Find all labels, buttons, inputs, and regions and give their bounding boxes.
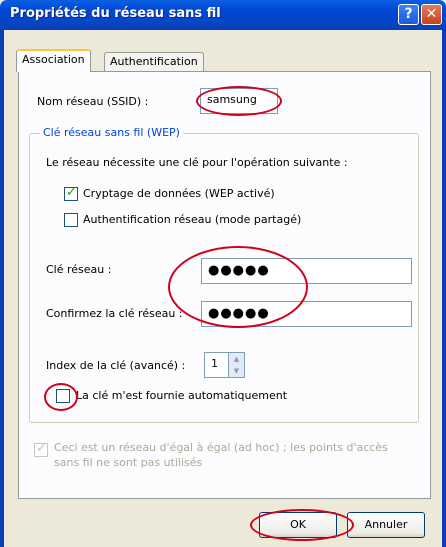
auto-key-checkbox[interactable] bbox=[56, 389, 70, 403]
window-title: Propriétés du réseau sans fil bbox=[10, 6, 221, 21]
adhoc-label-line2: sans fil ne sont pas utilisés bbox=[54, 456, 203, 469]
confirm-key-input[interactable]: ●●●●● bbox=[201, 301, 412, 327]
data-encryption-label: Cryptage de données (WEP activé) bbox=[83, 187, 275, 200]
network-key-input[interactable]: ●●●●● bbox=[201, 258, 412, 284]
network-auth-label: Authentification réseau (mode partagé) bbox=[83, 213, 302, 226]
help-icon[interactable]: ? bbox=[398, 4, 419, 25]
tab-association[interactable]: Association bbox=[16, 49, 91, 72]
wep-group-legend: Clé réseau sans fil (WEP) bbox=[40, 126, 183, 139]
adhoc-label-line1: Ceci est un réseau d'égal à égal (ad hoc… bbox=[54, 441, 388, 454]
key-index-input[interactable]: 1 bbox=[204, 352, 229, 378]
wireless-properties-dialog: Propriétés du réseau sans fil ? ✕ Associ… bbox=[0, 0, 446, 547]
auto-key-label: La clé m'est fournie automatiquement bbox=[76, 389, 288, 402]
data-encryption-checkbox[interactable] bbox=[64, 185, 78, 201]
spin-down-icon[interactable]: ▼ bbox=[229, 365, 244, 377]
close-icon[interactable]: ✕ bbox=[421, 4, 442, 25]
network-auth-checkbox[interactable] bbox=[64, 213, 78, 227]
ok-button[interactable]: OK bbox=[259, 512, 337, 538]
network-key-label: Clé réseau : bbox=[46, 263, 112, 276]
cancel-button[interactable]: Annuler bbox=[347, 512, 425, 538]
window-border-right bbox=[442, 30, 446, 547]
ssid-label: Nom réseau (SSID) : bbox=[37, 95, 149, 108]
tab-authentification[interactable]: Authentification bbox=[104, 52, 204, 72]
spin-up-icon[interactable]: ▲ bbox=[229, 353, 244, 365]
key-index-label: Index de la clé (avancé) : bbox=[46, 359, 186, 372]
key-index-spinner[interactable]: ▲ ▼ bbox=[228, 352, 245, 378]
confirm-key-label: Confirmez la clé réseau : bbox=[46, 307, 183, 320]
title-bar[interactable]: Propriétés du réseau sans fil ? ✕ bbox=[0, 0, 446, 30]
adhoc-checkbox bbox=[34, 441, 48, 457]
ssid-input[interactable]: samsung bbox=[200, 88, 278, 114]
wep-intro-text: Le réseau nécessite une clé pour l'opéra… bbox=[46, 156, 348, 169]
window-border-left bbox=[0, 30, 4, 547]
